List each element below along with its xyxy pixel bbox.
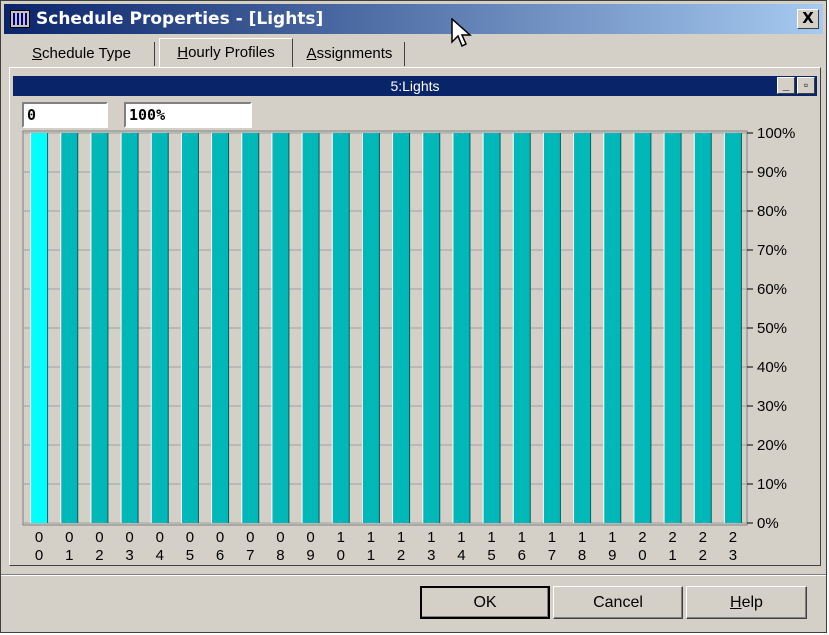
x-tick-label-tens: 1 [427, 529, 435, 546]
x-tick-label-tens: 1 [487, 529, 495, 546]
x-tick-label-ones: 1 [367, 547, 375, 564]
x-tick-label-tens: 0 [216, 529, 224, 546]
x-tick-label-tens: 1 [518, 529, 526, 546]
x-tick-label-ones: 8 [276, 547, 284, 564]
bar [121, 133, 139, 523]
bar [452, 133, 470, 523]
separator [1, 574, 826, 576]
x-tick-label-tens: 2 [729, 529, 737, 546]
x-tick-label-ones: 7 [548, 547, 556, 564]
x-tick-label-tens: 1 [337, 529, 345, 546]
bar [392, 133, 410, 523]
x-tick-label-tens: 1 [548, 529, 556, 546]
x-tick-label-tens: 0 [156, 529, 164, 546]
y-tick-label: 20% [757, 437, 787, 454]
x-tick-label-ones: 4 [156, 547, 164, 564]
y-tick-label: 30% [757, 398, 787, 415]
x-tick-label-tens: 1 [457, 529, 465, 546]
ok-button[interactable]: OK [420, 586, 550, 619]
y-tick-label: 80% [757, 203, 787, 220]
y-tick-label: 100% [757, 125, 795, 142]
x-tick-label-tens: 1 [397, 529, 405, 546]
bar [422, 133, 440, 523]
bar [664, 133, 682, 523]
x-tick-label-tens: 2 [638, 529, 646, 546]
bar [633, 133, 651, 523]
bar [60, 133, 78, 523]
x-tick-label-ones: 9 [608, 547, 616, 564]
x-tick-label-ones: 5 [487, 547, 495, 564]
help-button[interactable]: Help [686, 586, 807, 619]
bar [211, 133, 229, 523]
x-tick-label-ones: 3 [427, 547, 435, 564]
mouse-cursor-icon [451, 18, 472, 48]
x-tick-label-tens: 0 [95, 529, 103, 546]
bar [543, 133, 561, 523]
x-tick-label-ones: 6 [518, 547, 526, 564]
x-tick-label-tens: 1 [578, 529, 586, 546]
x-tick-label-tens: 2 [699, 529, 707, 546]
x-tick-label-tens: 2 [668, 529, 676, 546]
bar [573, 133, 591, 523]
help-label: elp [741, 594, 763, 611]
hourly-profile-chart[interactable]: 0%10%20%30%40%50%60%70%80%90%100%0001020… [1, 1, 829, 576]
x-tick-label-ones: 9 [306, 547, 314, 564]
x-tick-label-ones: 1 [668, 547, 676, 564]
x-tick-label-tens: 0 [246, 529, 254, 546]
bar [332, 133, 350, 523]
bar [181, 133, 199, 523]
x-tick-label-ones: 4 [457, 547, 465, 564]
x-tick-label-tens: 0 [306, 529, 314, 546]
bar [603, 133, 621, 523]
x-tick-label-ones: 2 [95, 547, 103, 564]
schedule-properties-dialog: Schedule Properties - [Lights] X Schedul… [0, 0, 827, 633]
bar [241, 133, 259, 523]
cancel-button[interactable]: Cancel [553, 586, 683, 619]
x-tick-label-tens: 0 [65, 529, 73, 546]
bar [362, 133, 380, 523]
bar [90, 133, 108, 523]
bar [513, 133, 531, 523]
x-tick-label-ones: 3 [729, 547, 737, 564]
x-tick-label-tens: 0 [276, 529, 284, 546]
x-tick-label-ones: 8 [578, 547, 586, 564]
x-tick-label-tens: 1 [367, 529, 375, 546]
x-tick-label-ones: 2 [699, 547, 707, 564]
x-tick-label-ones: 6 [216, 547, 224, 564]
x-tick-label-ones: 7 [246, 547, 254, 564]
x-tick-label-ones: 0 [638, 547, 646, 564]
y-tick-label: 90% [757, 164, 787, 181]
y-tick-label: 40% [757, 359, 787, 376]
y-tick-label: 70% [757, 242, 787, 259]
bar [30, 133, 48, 523]
x-tick-label-ones: 0 [35, 547, 43, 564]
help-mnemonic: H [730, 594, 742, 611]
y-tick-label: 10% [757, 476, 787, 493]
x-tick-label-ones: 1 [65, 547, 73, 564]
bar [724, 133, 742, 523]
bar [302, 133, 320, 523]
y-tick-label: 60% [757, 281, 787, 298]
bar [694, 133, 712, 523]
x-tick-label-tens: 0 [35, 529, 43, 546]
x-tick-label-ones: 0 [337, 547, 345, 564]
x-tick-label-ones: 2 [397, 547, 405, 564]
x-tick-label-ones: 3 [125, 547, 133, 564]
bar [271, 133, 289, 523]
bar [483, 133, 501, 523]
x-tick-label-ones: 5 [186, 547, 194, 564]
x-tick-label-tens: 1 [608, 529, 616, 546]
x-tick-label-tens: 0 [125, 529, 133, 546]
x-tick-label-tens: 0 [186, 529, 194, 546]
bar [151, 133, 169, 523]
y-tick-label: 0% [757, 515, 779, 532]
y-tick-label: 50% [757, 320, 787, 337]
